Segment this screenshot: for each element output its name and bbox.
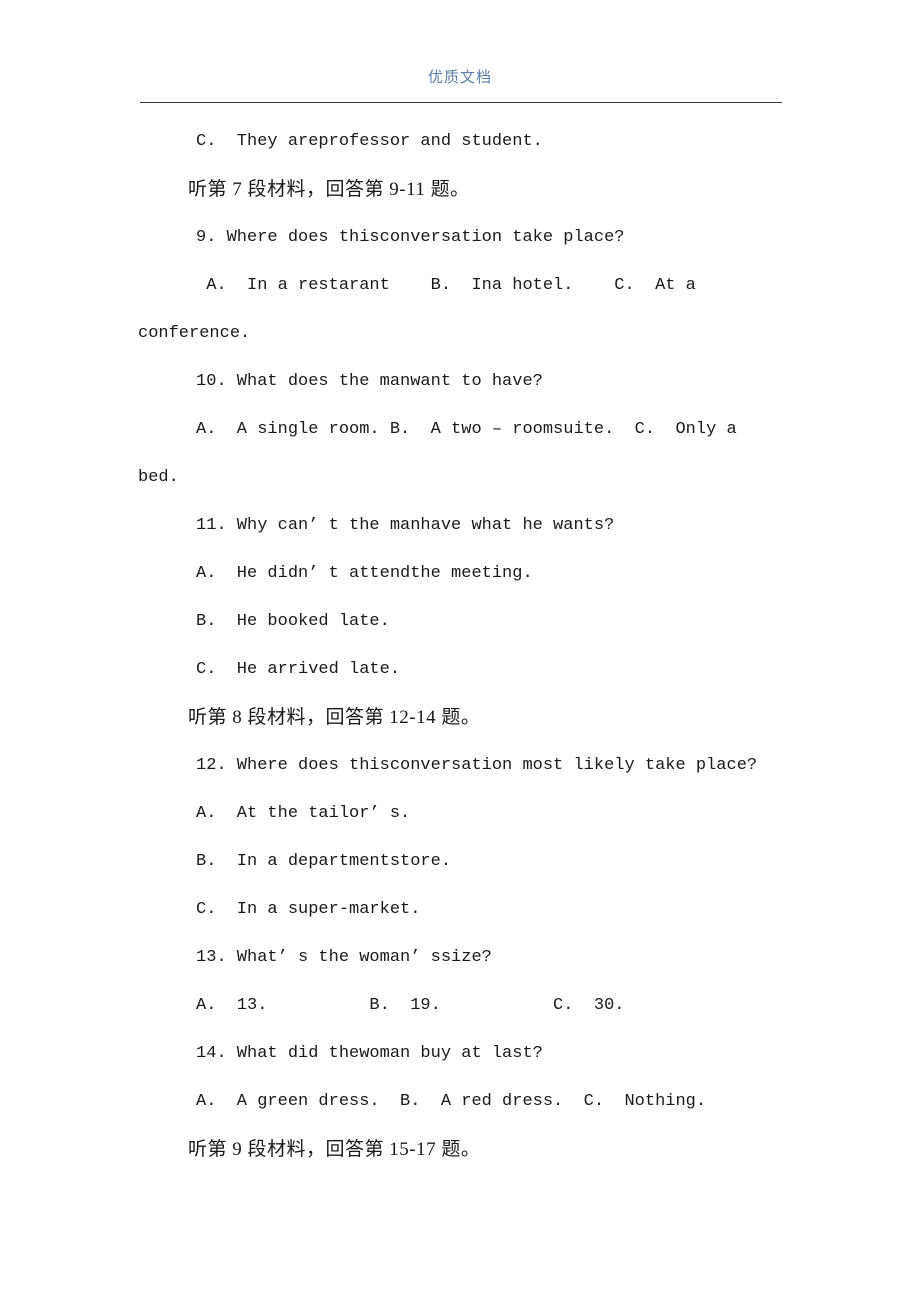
text-line-direction: 听第 7 段材料，回答第 9-11 题。 [188, 179, 470, 200]
text-line-option: B. In a departmentstore. [196, 852, 452, 871]
text-line-question: 10. What does the manwant to have? [196, 372, 543, 391]
text-line-question: 11. Why can’ t the manhave what he wants… [196, 516, 615, 535]
text-line-question: 13. What’ s the woman’ ssize? [196, 948, 492, 967]
header-divider [140, 102, 782, 103]
text-line-option: A. A single room. B. A two – roomsuite. … [196, 420, 737, 439]
text-line-option: A. 13. B. 19. C. 30. [196, 996, 625, 1015]
text-line-option: C. They areprofessor and student. [196, 132, 543, 151]
text-line-wrap: conference. [138, 324, 251, 343]
text-line-question: 12. Where does thisconversation most lik… [196, 756, 758, 775]
text-line-option: B. He booked late. [196, 612, 390, 631]
text-line-option: A. He didn’ t attendthe meeting. [196, 564, 533, 583]
text-line-option: A. In a restarant B. Ina hotel. C. At a [196, 276, 696, 295]
text-line-option: A. At the tailor’ s. [196, 804, 411, 823]
text-line-option: C. In a super-market. [196, 900, 421, 919]
text-line-question: 14. What did thewoman buy at last? [196, 1044, 543, 1063]
page-header: 优质文档 [0, 66, 920, 87]
watermark-label: 优质文档 [427, 70, 492, 86]
text-line-option: A. A green dress. B. A red dress. C. Not… [196, 1092, 707, 1111]
document-page: 优质文档 C. They areprofessor and student. 听第… [0, 0, 920, 1302]
text-line-direction: 听第 8 段材料，回答第 12-14 题。 [188, 707, 481, 728]
document-body: C. They areprofessor and student. 听第 7 段材… [138, 118, 802, 1174]
text-line-direction: 听第 9 段材料，回答第 15-17 题。 [188, 1139, 481, 1160]
text-line-option: C. He arrived late. [196, 660, 401, 679]
text-line-wrap: bed. [138, 468, 179, 487]
text-line-question: 9. Where does thisconversation take plac… [196, 228, 625, 247]
